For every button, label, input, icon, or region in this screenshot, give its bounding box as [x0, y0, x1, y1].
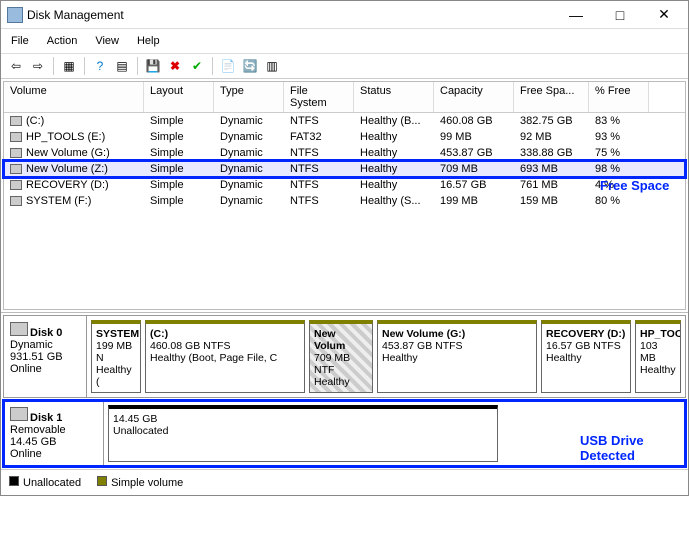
refresh-icon[interactable]: 🔄 — [241, 57, 259, 75]
volume-row[interactable]: HP_TOOLS (E:)SimpleDynamicFAT32Healthy99… — [4, 129, 685, 145]
partition[interactable]: HP_TOO103 MBHealthy — [635, 320, 681, 393]
drive-icon — [10, 180, 22, 190]
app-icon — [7, 7, 23, 23]
drive-icon — [10, 196, 22, 206]
col-capacity[interactable]: Capacity — [434, 82, 514, 112]
grid-icon[interactable]: ▦ — [60, 57, 78, 75]
col-fs[interactable]: File System — [284, 82, 354, 112]
partition[interactable]: RECOVERY (D:)16.57 GB NTFSHealthy — [541, 320, 631, 393]
menu-file[interactable]: File — [9, 33, 31, 49]
titlebar[interactable]: Disk Management — □ ✕ — [1, 1, 688, 29]
drive-icon — [10, 116, 22, 126]
drive-icon — [10, 132, 22, 142]
volume-row[interactable]: (C:)SimpleDynamicNTFSHealthy (B...460.08… — [4, 113, 685, 129]
check-icon[interactable]: ✔ — [188, 57, 206, 75]
partition[interactable]: (C:)460.08 GB NTFSHealthy (Boot, Page Fi… — [145, 320, 305, 393]
col-pctfree[interactable]: % Free — [589, 82, 649, 112]
forward-button[interactable]: ⇨ — [29, 57, 47, 75]
volume-row[interactable]: New Volume (Z:)SimpleDynamicNTFSHealthy7… — [4, 161, 685, 177]
drive-icon — [10, 148, 22, 158]
menubar: File Action View Help — [1, 29, 688, 54]
window-title: Disk Management — [27, 8, 124, 22]
disk-label: Disk 0Dynamic931.51 GBOnline — [4, 316, 87, 397]
disk-icon — [10, 407, 28, 421]
col-free[interactable]: Free Spa... — [514, 82, 589, 112]
extra-icon[interactable]: ▥ — [263, 57, 281, 75]
disk-label: Disk 1Removable14.45 GBOnline — [4, 401, 104, 466]
props-icon[interactable]: ▤ — [113, 57, 131, 75]
column-headers[interactable]: Volume Layout Type File System Status Ca… — [4, 82, 685, 113]
legend-simple: Simple volume — [97, 476, 183, 489]
partition[interactable]: New Volume (G:)453.87 GB NTFSHealthy — [377, 320, 537, 393]
annotation-usb: USB Drive Detected — [580, 433, 670, 463]
col-type[interactable]: Type — [214, 82, 284, 112]
disk-icon — [10, 322, 28, 336]
new-icon[interactable]: 📄 — [219, 57, 237, 75]
col-volume[interactable]: Volume — [4, 82, 144, 112]
volume-row[interactable]: RECOVERY (D:)SimpleDynamicNTFSHealthy16.… — [4, 177, 685, 193]
menu-view[interactable]: View — [93, 33, 121, 49]
annotation-free-space: Free Space — [600, 178, 669, 193]
disk-management-window: Disk Management — □ ✕ File Action View H… — [0, 0, 689, 496]
close-button[interactable]: ✕ — [642, 1, 686, 29]
partition[interactable]: New Volum709 MB NTFHealthy — [309, 320, 373, 393]
col-status[interactable]: Status — [354, 82, 434, 112]
menu-help[interactable]: Help — [135, 33, 162, 49]
toolbar: ⇦ ⇨ ▦ ? ▤ 💾 ✖ ✔ 📄 🔄 ▥ — [1, 54, 688, 79]
partition[interactable]: 14.45 GBUnallocated — [108, 405, 498, 462]
help-icon[interactable]: ? — [91, 57, 109, 75]
legend: Unallocated Simple volume — [1, 469, 688, 495]
disk-row[interactable]: Disk 0Dynamic931.51 GBOnlineSYSTEM199 MB… — [3, 315, 686, 398]
drive-icon[interactable]: 💾 — [144, 57, 162, 75]
minimize-button[interactable]: — — [554, 1, 598, 29]
back-button[interactable]: ⇦ — [7, 57, 25, 75]
volume-row[interactable]: New Volume (G:)SimpleDynamicNTFSHealthy4… — [4, 145, 685, 161]
partition[interactable]: SYSTEM199 MB NHealthy ( — [91, 320, 141, 393]
volume-list[interactable]: Volume Layout Type File System Status Ca… — [3, 81, 686, 310]
drive-icon — [10, 164, 22, 174]
menu-action[interactable]: Action — [45, 33, 80, 49]
volume-row[interactable]: SYSTEM (F:)SimpleDynamicNTFSHealthy (S..… — [4, 193, 685, 209]
col-layout[interactable]: Layout — [144, 82, 214, 112]
delete-icon[interactable]: ✖ — [166, 57, 184, 75]
maximize-button[interactable]: □ — [598, 1, 642, 29]
legend-unallocated: Unallocated — [9, 476, 81, 489]
